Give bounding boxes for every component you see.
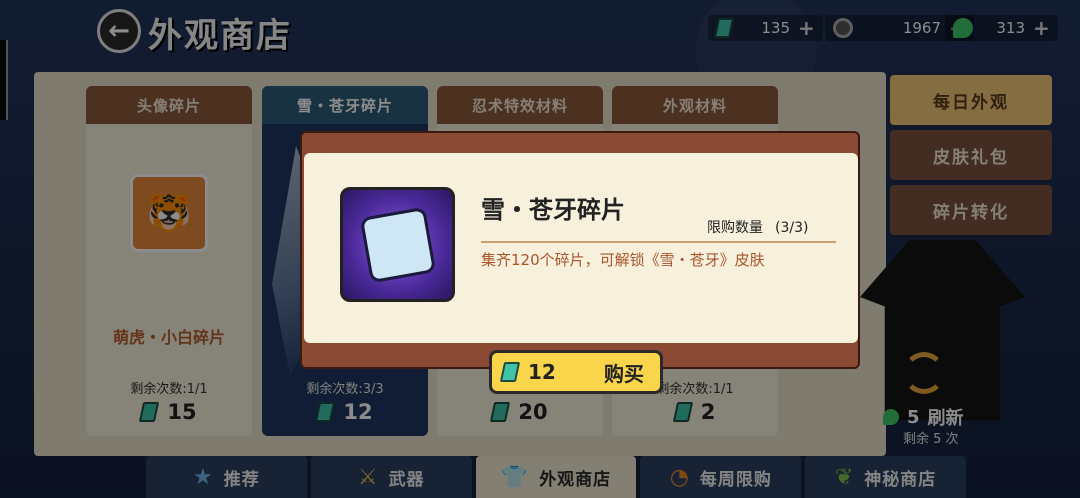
ticket-icon [499, 362, 521, 382]
modal-description: 集齐120个碎片，可解锁《雪・苍牙》皮肤 [481, 251, 765, 269]
fragment-item-icon [340, 187, 455, 302]
puzzle-icon [359, 206, 436, 283]
buy-button[interactable]: 12 购买 [489, 350, 663, 394]
divider [481, 241, 836, 243]
purchase-limit: 限购数量 (3/3) [707, 220, 809, 236]
modal-title: 雪・苍牙碎片 [481, 196, 625, 224]
